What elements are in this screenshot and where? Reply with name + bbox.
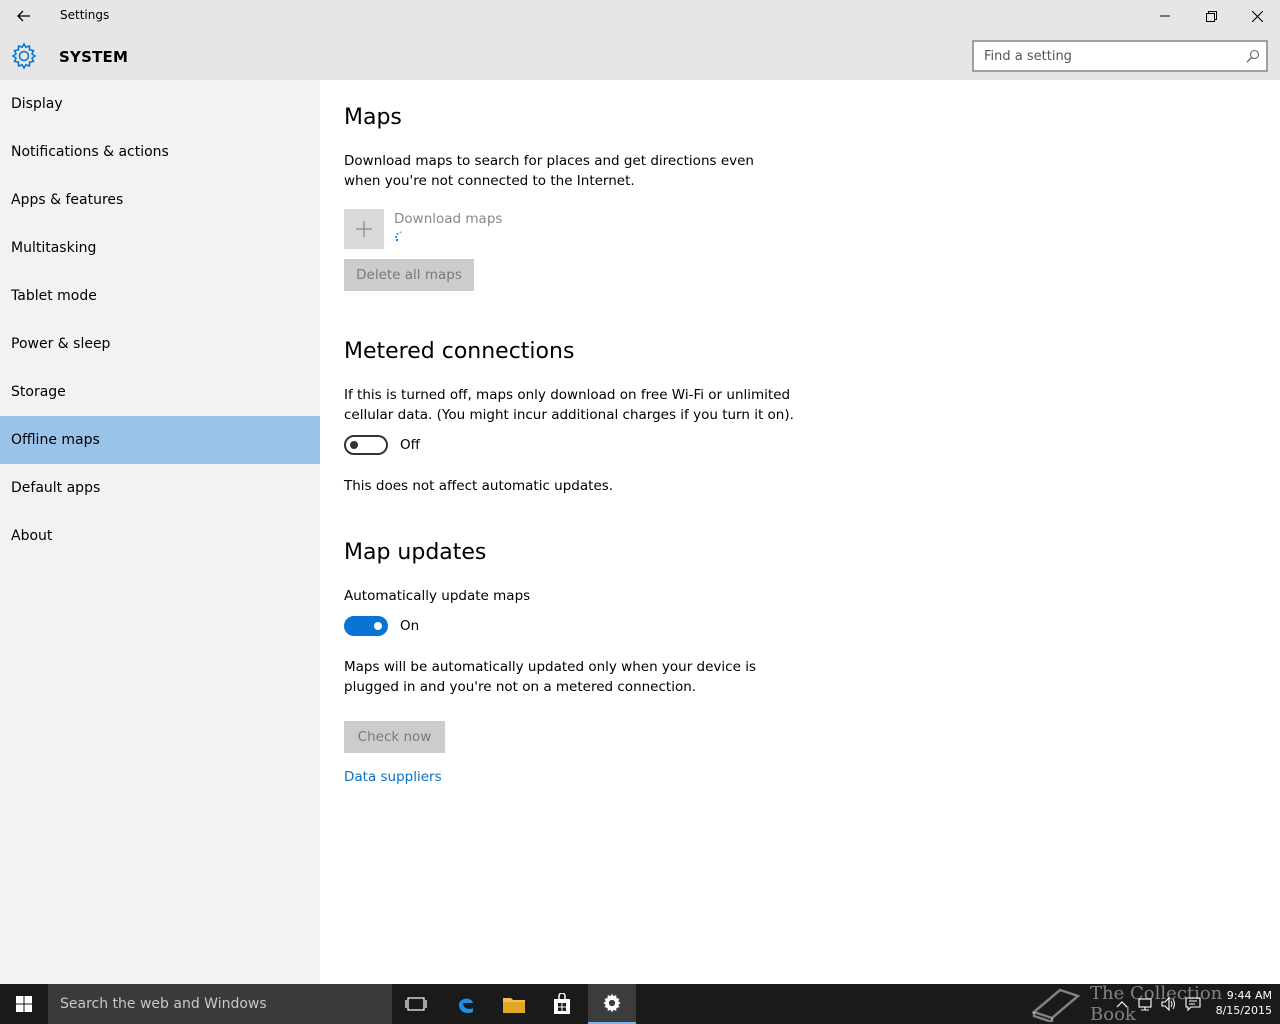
toggle-knob xyxy=(350,441,358,449)
maps-heading: Maps xyxy=(344,105,402,130)
sidebar-item-offline-maps[interactable]: Offline maps xyxy=(0,416,320,464)
volume-icon[interactable] xyxy=(1160,996,1176,1012)
restore-button[interactable] xyxy=(1188,0,1234,32)
sidebar-item-storage[interactable]: Storage xyxy=(0,368,320,416)
folder-icon xyxy=(503,998,525,1013)
restore-icon xyxy=(1205,10,1217,22)
chevron-up-icon[interactable] xyxy=(1114,996,1130,1012)
task-view-button[interactable] xyxy=(392,984,440,1024)
main-content: Maps Download maps to search for places … xyxy=(320,80,1280,984)
clock-date: 8/15/2015 xyxy=(1215,1004,1272,1017)
sidebar-item-tablet-mode[interactable]: Tablet mode xyxy=(0,272,320,320)
file-explorer-button[interactable] xyxy=(490,984,538,1024)
store-icon xyxy=(554,993,570,1014)
taskbar-search-box[interactable]: Search the web and Windows xyxy=(48,984,392,1024)
sidebar: Display Notifications & actions Apps & f… xyxy=(0,80,320,984)
metered-toggle-state: Off xyxy=(400,437,420,453)
window-title: Settings xyxy=(60,8,110,22)
close-button[interactable] xyxy=(1234,0,1280,32)
taskbar: Search the web and Windows The Collectio… xyxy=(0,983,1280,1024)
edge-button[interactable] xyxy=(442,984,490,1024)
gear-icon xyxy=(11,42,37,70)
search-box[interactable] xyxy=(972,40,1268,72)
book-icon xyxy=(1031,988,1081,1022)
download-maps-button[interactable] xyxy=(344,209,384,249)
check-now-button[interactable]: Check now xyxy=(344,721,445,753)
settings-taskbar-button[interactable] xyxy=(588,984,636,1024)
network-icon[interactable] xyxy=(1137,996,1153,1012)
back-button[interactable] xyxy=(0,0,48,32)
metered-toggle[interactable] xyxy=(344,435,388,455)
edge-icon xyxy=(459,998,473,1014)
metered-heading: Metered connections xyxy=(344,339,575,364)
windows-logo-icon xyxy=(16,996,32,1012)
task-view-icon xyxy=(405,997,427,1011)
delete-all-maps-button[interactable]: Delete all maps xyxy=(344,259,474,291)
maps-description: Download maps to search for places and g… xyxy=(344,153,754,189)
back-arrow-icon xyxy=(17,10,30,22)
toggle-knob xyxy=(374,622,382,630)
close-icon xyxy=(1251,10,1263,22)
clock[interactable]: 9:44 AM 8/15/2015 xyxy=(1212,988,1272,1018)
store-button[interactable] xyxy=(538,984,586,1024)
search-icon[interactable] xyxy=(1246,49,1260,63)
data-suppliers-link[interactable]: Data suppliers xyxy=(344,769,442,785)
updates-description: Maps will be automatically updated only … xyxy=(344,659,756,695)
download-maps-label[interactable]: Download maps xyxy=(394,211,502,227)
gear-icon xyxy=(603,993,621,1013)
auto-update-toggle-state: On xyxy=(400,618,420,634)
start-button[interactable] xyxy=(0,984,48,1024)
loading-spinner-icon xyxy=(395,231,402,242)
auto-update-toggle[interactable] xyxy=(344,616,388,636)
sidebar-item-power-sleep[interactable]: Power & sleep xyxy=(0,320,320,368)
plus-icon xyxy=(356,221,372,237)
sidebar-item-notifications[interactable]: Notifications & actions xyxy=(0,128,320,176)
header: SYSTEM xyxy=(0,32,1280,80)
sidebar-item-multitasking[interactable]: Multitasking xyxy=(0,224,320,272)
title-bar: Settings xyxy=(0,0,1280,32)
clock-time: 9:44 AM xyxy=(1226,989,1272,1002)
section-title: SYSTEM xyxy=(59,48,129,66)
sidebar-item-default-apps[interactable]: Default apps xyxy=(0,464,320,512)
metered-note: This does not affect automatic updates. xyxy=(344,478,614,494)
minimize-icon xyxy=(1160,15,1170,17)
auto-update-label: Automatically update maps xyxy=(344,588,531,604)
sidebar-item-display[interactable]: Display xyxy=(0,80,320,128)
map-updates-heading: Map updates xyxy=(344,540,487,565)
minimize-button[interactable] xyxy=(1142,0,1188,32)
sidebar-item-apps-features[interactable]: Apps & features xyxy=(0,176,320,224)
metered-description: If this is turned off, maps only downloa… xyxy=(344,387,794,423)
search-input[interactable] xyxy=(974,42,1234,70)
sidebar-item-about[interactable]: About xyxy=(0,512,320,560)
action-center-icon[interactable] xyxy=(1185,996,1201,1012)
